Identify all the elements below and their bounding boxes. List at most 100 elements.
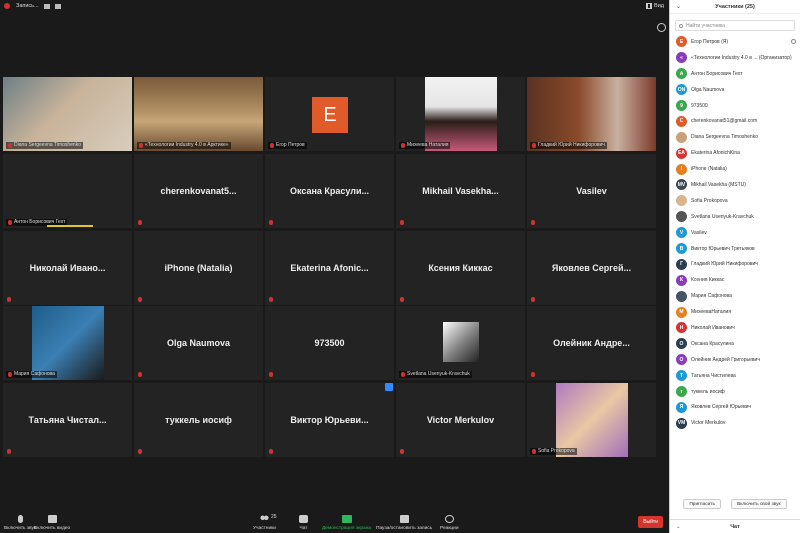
participant-row[interactable]: VM Victor Merkulov <box>670 415 800 431</box>
participant-row[interactable]: О Олейник Андрей Григорьевич <box>670 352 800 368</box>
participant-name: Татьяна Чистилева <box>691 372 736 379</box>
video-tile[interactable]: Михеева Наталия <box>396 77 525 151</box>
record-control-button[interactable]: Пауза/остановить запись <box>376 515 432 531</box>
tile-name-text: Гладкий Юрий Никифорович <box>538 142 605 148</box>
participant-name: Виктор Юрьеви... <box>290 415 369 425</box>
participant-row[interactable]: М МихееваНаталия <box>670 304 800 320</box>
participant-video <box>442 322 479 362</box>
microphone-muted-icon <box>138 372 142 377</box>
share-screen-icon <box>341 515 352 523</box>
video-tile[interactable]: Vasilev <box>527 154 656 228</box>
participant-row[interactable]: В Виктор Юрьевич Третьяков <box>670 241 800 257</box>
view-button[interactable]: Вид <box>646 3 664 9</box>
participant-name: Ekaterina AfonichKina <box>691 150 740 157</box>
stop-recording-icon[interactable] <box>54 3 61 9</box>
participant-row[interactable]: EA Ekaterina AfonichKina <box>670 145 800 161</box>
record-dot-icon <box>4 3 10 9</box>
video-tile[interactable]: Оксана Красули... <box>265 154 394 228</box>
participant-row[interactable]: 9 973500 <box>670 98 800 114</box>
participant-row[interactable]: Я Яковлев Сергей Юрьевич <box>670 399 800 415</box>
leave-button[interactable]: Выйти <box>638 516 663 528</box>
participant-row[interactable]: V Vasilev <box>670 225 800 241</box>
start-video-button[interactable]: Включить видео <box>34 515 70 531</box>
search-placeholder: Найти участника <box>686 22 725 29</box>
participant-row[interactable]: т туккель иосиф <box>670 384 800 400</box>
more-icon[interactable] <box>791 39 796 44</box>
video-tile[interactable]: Антон Борисович Гехт <box>3 154 132 228</box>
video-tile[interactable]: Mikhail Vasekha... <box>396 154 525 228</box>
meeting-toolbar: Включить звук Включить видео 25 Участники… <box>0 507 669 533</box>
video-tile[interactable]: Diana Sergeevna Timoshenko <box>3 77 132 151</box>
video-tile[interactable]: Victor Merkulov <box>396 383 525 457</box>
participant-row[interactable]: А Антон Борисович Гехт <box>670 66 800 82</box>
participants-button[interactable]: 25 Участники <box>253 514 277 531</box>
tile-name-text: Sofia Prokopova <box>538 448 575 454</box>
participant-name: Олейник Андре... <box>553 338 630 348</box>
avatar: М <box>676 306 687 318</box>
video-tile[interactable]: Мария Сафонова <box>3 306 132 380</box>
unmute-self-button[interactable]: Включить свой звук <box>731 499 787 509</box>
participant-search[interactable]: Найти участника <box>675 20 795 31</box>
video-tile[interactable]: Olga Naumova <box>134 306 263 380</box>
video-tile[interactable]: 973500 <box>265 306 394 380</box>
participant-row[interactable]: ON Olga Naumova <box>670 82 800 98</box>
participant-row[interactable]: Г Гладкий Юрий Никифорович <box>670 256 800 272</box>
video-tile[interactable]: cherenkovanat5... <box>134 154 263 228</box>
unmute-button[interactable]: Включить звук <box>4 515 36 531</box>
pause-recording-icon[interactable] <box>43 3 50 9</box>
video-tile[interactable]: туккель иосиф <box>134 383 263 457</box>
tile-name-label: Sofia Prokopova <box>530 448 577 455</box>
participant-row[interactable]: MV Mikhail Vasekha (MSTU) <box>670 177 800 193</box>
microphone-muted-icon <box>532 143 536 148</box>
video-tile[interactable]: «Технологии Industry 4.0 в Арктике» <box>134 77 263 151</box>
participant-row[interactable]: Sofia Prokopova <box>670 193 800 209</box>
avatar: VM <box>676 417 687 429</box>
reactions-button[interactable]: Реакции <box>440 515 459 531</box>
video-tile[interactable]: Яковлев Сергей... <box>527 231 656 305</box>
video-tile[interactable]: Ekaterina Afonic... <box>265 231 394 305</box>
tile-name-text: «Технологии Industry 4.0 в Арктике» <box>145 142 229 148</box>
tile-name-text: Егор Петров <box>276 142 305 148</box>
participants-header: ⌄ Участники (25) <box>670 0 800 14</box>
participant-row[interactable]: Diana Sergeevna Timoshenko <box>670 129 800 145</box>
participant-row[interactable]: Ccherenkovanat51@gmail.com <box>670 113 800 129</box>
video-tile[interactable]: Sofia Prokopova <box>527 383 656 457</box>
participant-name: Гладкий Юрий Никифорович <box>691 261 758 268</box>
participant-name: Mikhail Vasekha (MSTU) <box>691 181 746 188</box>
video-tile[interactable]: Svetlana Usenyuk-Kravchuk <box>396 306 525 380</box>
video-tile[interactable]: iPhone (Natalia) <box>134 231 263 305</box>
chevron-down-icon: ⌄ <box>676 523 681 530</box>
participant-row[interactable]: « «Технологии Industry 4.0 в ... (Организ… <box>670 50 800 66</box>
participant-row[interactable]: E Егор Петров (Я) <box>670 34 800 50</box>
participant-row[interactable]: К Ксения Киккас <box>670 272 800 288</box>
recording-label: Запись... <box>16 3 39 9</box>
share-screen-button[interactable]: Демонстрация экрана <box>322 515 371 531</box>
participant-row[interactable]: IiPhone (Natalia) <box>670 161 800 177</box>
participant-row[interactable]: Н Николай Иванович <box>670 320 800 336</box>
search-icon <box>679 23 683 28</box>
video-tile[interactable]: E Егор Петров <box>265 77 394 151</box>
participant-name: 973500 <box>691 102 708 109</box>
participant-name: Ekaterina Afonic... <box>290 263 369 273</box>
video-tile[interactable]: Виктор Юрьеви... <box>265 383 394 457</box>
participant-name: Ксения Киккас <box>691 277 725 284</box>
participant-row[interactable]: Мария Сафонова <box>670 288 800 304</box>
video-tile[interactable]: Татьяна Чистал... <box>3 383 132 457</box>
chat-label: Чат <box>299 526 308 531</box>
video-tile[interactable]: Гладкий Юрий Никифорович <box>527 77 656 151</box>
video-tile[interactable]: Николай Ивано... <box>3 231 132 305</box>
participant-row[interactable]: Т Татьяна Чистилева <box>670 368 800 384</box>
chat-title: Чат <box>730 523 740 530</box>
video-tile[interactable]: Олейник Андре... <box>527 306 656 380</box>
avatar: « <box>676 52 687 64</box>
video-tile[interactable]: Ксения Киккас <box>396 231 525 305</box>
participant-row[interactable]: О Оксана Красулина <box>670 336 800 352</box>
chat-header[interactable]: ⌄ Чат <box>670 519 800 533</box>
pin-icon[interactable] <box>657 23 666 32</box>
invite-button[interactable]: Пригласить <box>683 499 722 509</box>
chat-button[interactable]: Чат <box>299 515 308 531</box>
microphone-muted-icon <box>17 515 23 523</box>
participant-name: Diana Sergeevna Timoshenko <box>691 134 758 141</box>
more-options-icon[interactable] <box>385 383 393 391</box>
participant-row[interactable]: Svetlana Usenyuk-Kravchuk <box>670 209 800 225</box>
